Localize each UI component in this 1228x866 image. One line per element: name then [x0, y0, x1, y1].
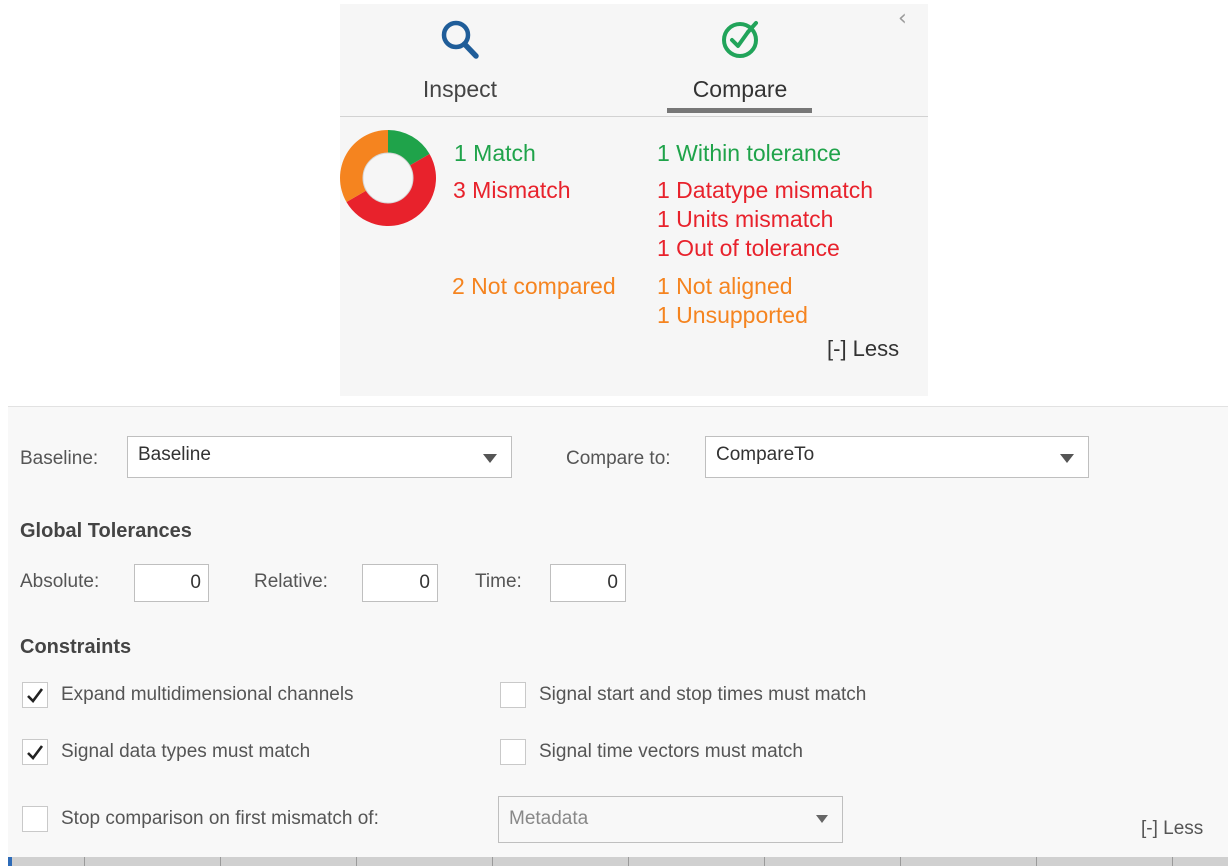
time-tolerance-input[interactable]: 0 [550, 564, 626, 602]
data-types-checkbox[interactable] [22, 739, 48, 765]
stop-on-mismatch-checkbox[interactable] [22, 806, 48, 832]
absolute-label: Absolute: [20, 571, 100, 592]
chevron-down-icon [1060, 454, 1074, 463]
summary-unsupported[interactable]: 1 Unsupported [657, 302, 808, 329]
checkmark-icon [27, 745, 44, 760]
baseline-label: Baseline: [20, 448, 99, 469]
baseline-dropdown[interactable]: Baseline [127, 436, 512, 478]
chevron-down-icon [483, 454, 497, 463]
start-stop-times-checkbox[interactable] [500, 682, 526, 708]
chevron-down-icon [816, 815, 828, 823]
summary-units-mismatch[interactable]: 1 Units mismatch [657, 206, 833, 233]
time-vectors-checkbox[interactable] [500, 739, 526, 765]
summary-not-compared[interactable]: 2 Not compared [452, 273, 616, 300]
search-icon [441, 20, 479, 59]
tab-divider [340, 116, 928, 117]
tab-compare[interactable]: Compare [655, 4, 825, 114]
baseline-dropdown-value: Baseline [138, 444, 211, 465]
stop-on-mismatch-dropdown-value: Metadata [509, 808, 589, 829]
summary-datatype-mismatch[interactable]: 1 Datatype mismatch [657, 177, 873, 204]
data-types-label: Signal data types must match [61, 741, 311, 762]
summary-out-of-tolerance[interactable]: 1 Out of tolerance [657, 235, 840, 262]
compare-to-label: Compare to: [566, 448, 671, 469]
absolute-tolerance-input[interactable]: 0 [134, 564, 209, 602]
stop-on-mismatch-dropdown[interactable]: Metadata [498, 796, 843, 843]
expand-multidimensional-checkbox[interactable] [22, 682, 48, 708]
summary-within-tolerance[interactable]: 1 Within tolerance [657, 140, 841, 167]
tab-compare-label: Compare [692, 76, 788, 102]
summary-less-link[interactable]: [-] Less [827, 336, 899, 362]
collapse-chevron-icon[interactable]: ‹ [898, 6, 907, 31]
compare-to-dropdown-value: CompareTo [716, 444, 815, 465]
relative-label: Relative: [254, 571, 328, 592]
stop-on-mismatch-label: Stop comparison on first mismatch of: [61, 808, 379, 829]
summary-mismatch[interactable]: 3 Mismatch [453, 177, 571, 204]
compare-summary-panel: ‹ Inspect Compare 1 Match 3 Mismatch 2 N… [340, 4, 928, 396]
compare-to-dropdown[interactable]: CompareTo [705, 436, 1089, 478]
expand-multidimensional-label: Expand multidimensional channels [61, 684, 354, 705]
check-circle-icon [722, 21, 758, 58]
start-stop-times-label: Signal start and stop times must match [539, 684, 867, 705]
global-tolerances-heading: Global Tolerances [20, 520, 192, 542]
comparison-settings-panel: Baseline: Baseline Compare to: CompareTo… [8, 406, 1228, 866]
checkmark-icon [27, 688, 44, 703]
time-label: Time: [475, 571, 522, 592]
active-tab-indicator [667, 108, 812, 113]
summary-not-aligned[interactable]: 1 Not aligned [657, 273, 793, 300]
donut-hole [362, 152, 414, 204]
comparison-donut-chart [340, 130, 436, 226]
tab-inspect-label: Inspect [422, 76, 498, 102]
summary-match[interactable]: 1 Match [454, 140, 536, 167]
settings-less-link[interactable]: [-] Less [1141, 818, 1203, 840]
time-vectors-label: Signal time vectors must match [539, 741, 803, 762]
tab-inspect[interactable]: Inspect [375, 4, 545, 114]
constraints-heading: Constraints [20, 636, 132, 658]
relative-tolerance-input[interactable]: 0 [362, 564, 438, 602]
